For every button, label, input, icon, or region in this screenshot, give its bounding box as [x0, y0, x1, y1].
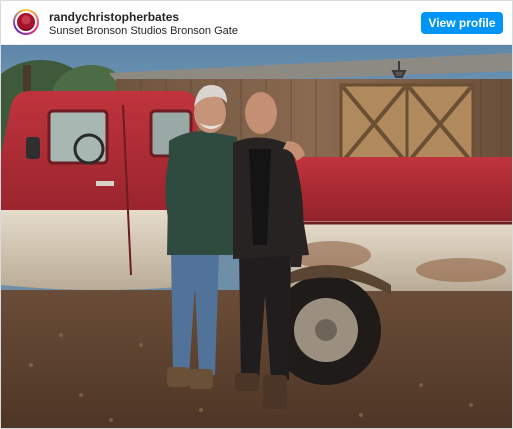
- side-mirror: [26, 137, 40, 159]
- person-right-boot-r: [263, 375, 287, 409]
- avatar-icon: [17, 13, 35, 31]
- truck-hub: [315, 319, 337, 341]
- avatar-ring: [15, 11, 37, 33]
- door-handle: [96, 181, 114, 186]
- person-left-boot-l: [167, 367, 189, 387]
- instagram-embed: randychristopherbates Sunset Bronson Stu…: [0, 0, 513, 429]
- person-left-boot-r: [189, 369, 213, 389]
- post-header: randychristopherbates Sunset Bronson Stu…: [1, 1, 512, 45]
- photo-illustration: [1, 45, 512, 428]
- post-photo[interactable]: [1, 45, 512, 428]
- username-link[interactable]: randychristopherbates: [49, 10, 179, 24]
- view-profile-button[interactable]: View profile: [421, 12, 503, 34]
- person-right-boot-l: [235, 373, 259, 391]
- location-link[interactable]: Sunset Bronson Studios Bronson Gate: [49, 25, 238, 37]
- person-right-head: [245, 92, 277, 134]
- avatar[interactable]: [13, 9, 39, 35]
